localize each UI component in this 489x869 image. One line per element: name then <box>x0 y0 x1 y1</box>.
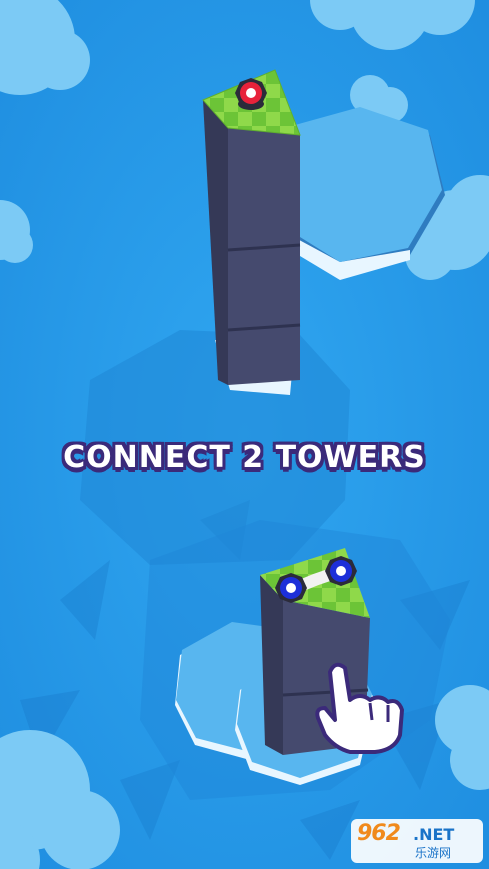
tower-top[interactable] <box>202 69 301 395</box>
game-scene <box>0 0 489 869</box>
red-node-icon[interactable] <box>235 78 267 110</box>
blue-node-icon[interactable] <box>275 573 307 603</box>
blue-node-icon[interactable] <box>325 556 357 586</box>
watermark-brand: 962 <box>357 821 401 846</box>
watermark-logo: 962 .NET 乐游网 <box>351 819 483 863</box>
headline-text: CONNECT 2 TOWERS <box>63 440 426 475</box>
watermark-subtitle: 乐游网 <box>415 846 452 860</box>
watermark-suffix: .NET <box>413 825 455 844</box>
